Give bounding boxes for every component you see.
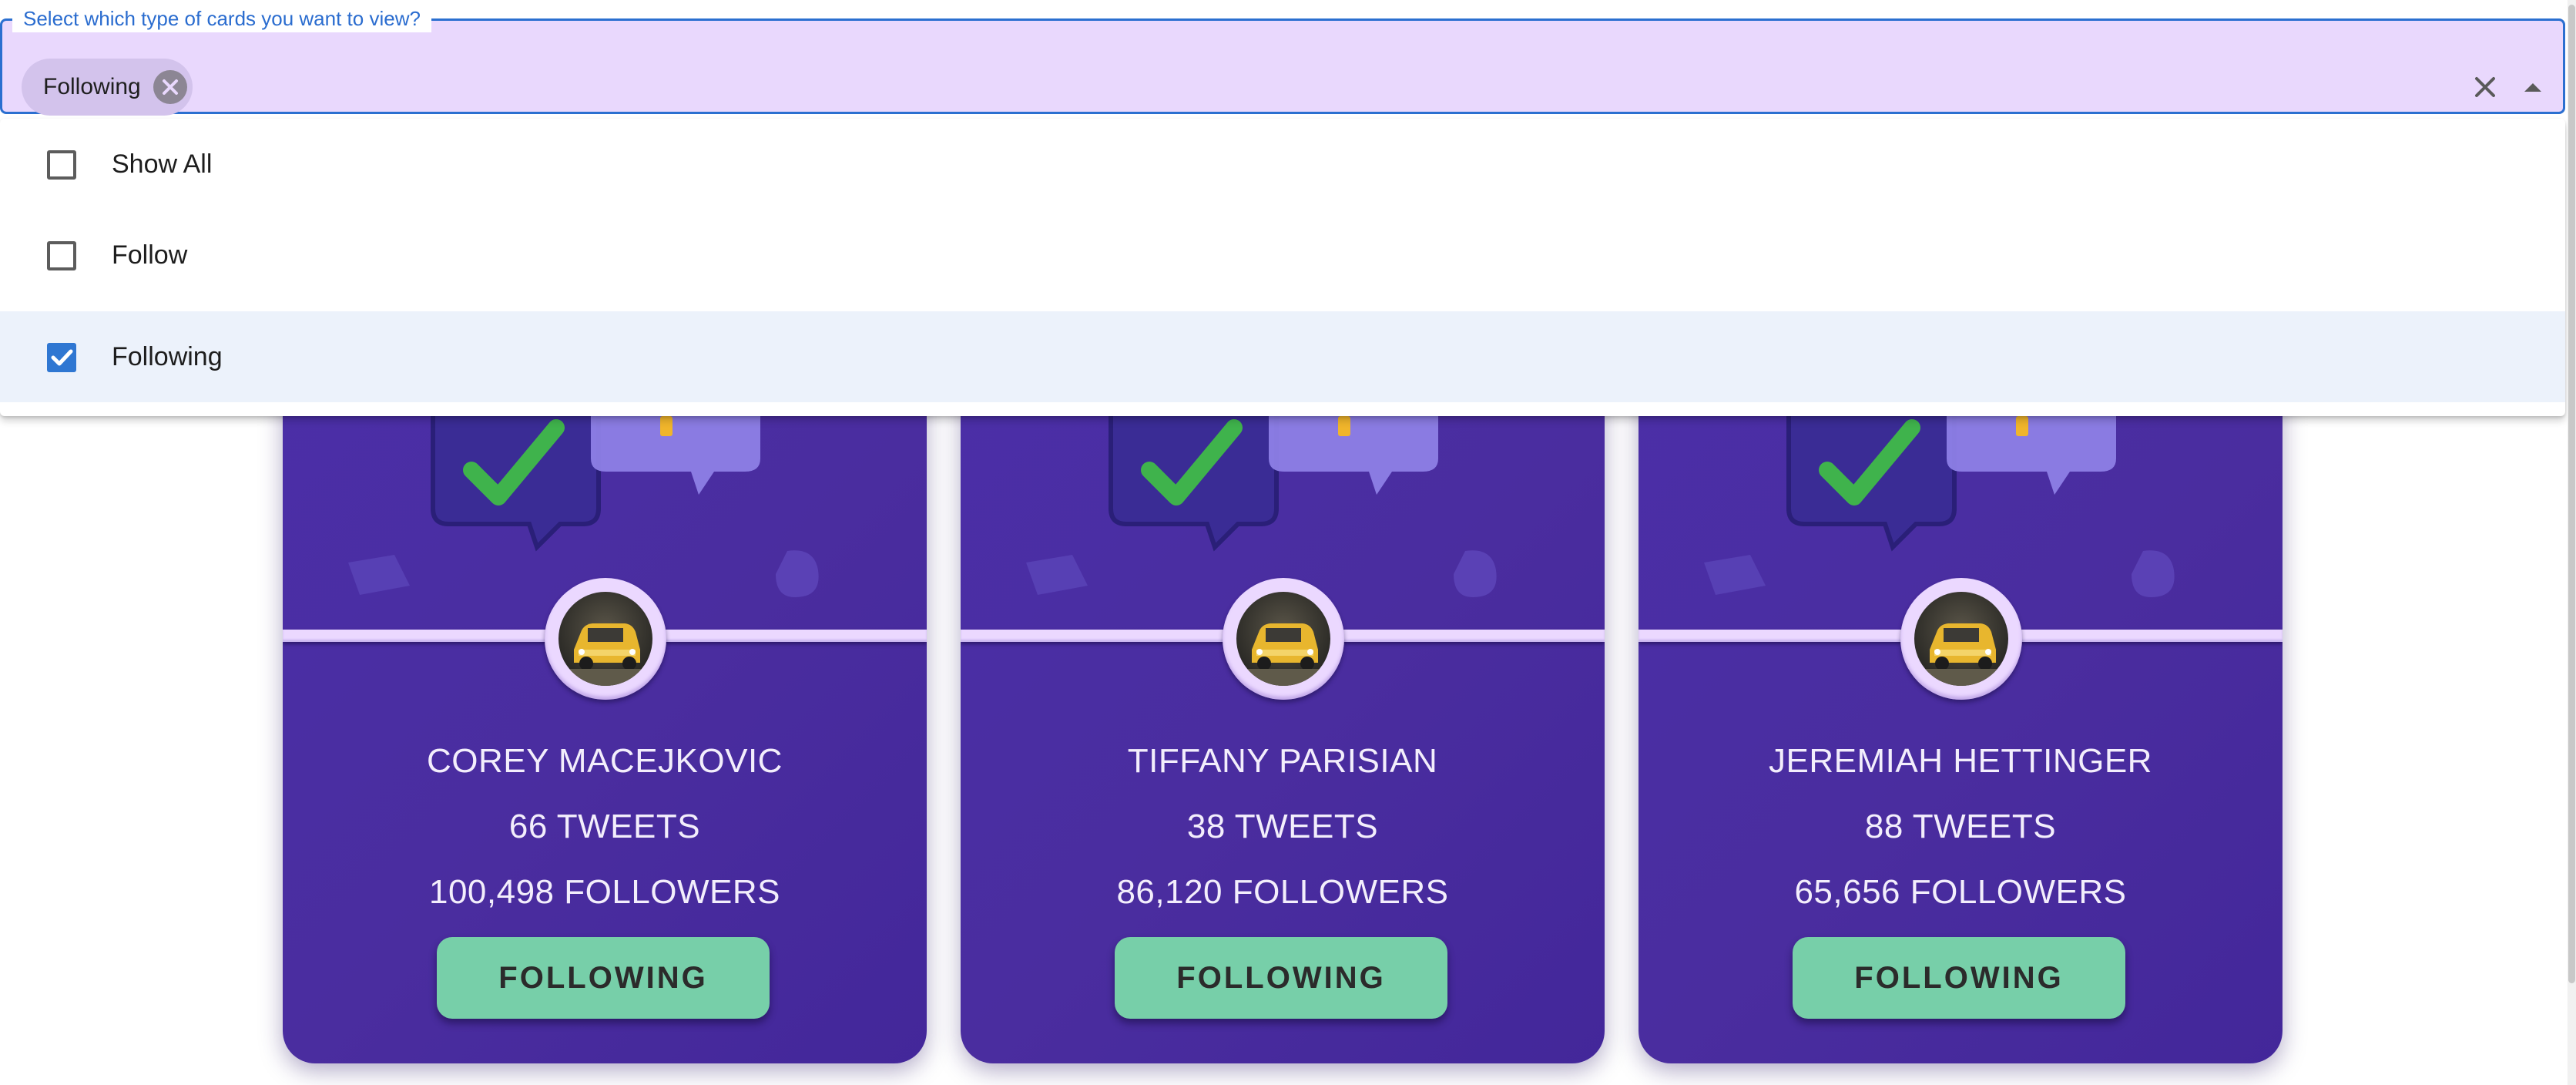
checkbox-empty-icon[interactable] [47, 150, 76, 180]
checkbox-empty-icon[interactable] [47, 241, 76, 270]
following-button[interactable]: FOLLOWING [437, 937, 770, 1019]
dropdown-menu: Show All Follow Following [0, 119, 2565, 416]
option-show-all[interactable]: Show All [0, 119, 2565, 210]
card-followers: 65,656 FOLLOWERS [1794, 873, 2127, 911]
avatar-photo [558, 592, 652, 686]
car-photo [558, 623, 652, 686]
select-label: Select which type of cards you want to v… [12, 5, 431, 32]
page-scrollbar[interactable] [2568, 0, 2576, 1085]
card-followers: 86,120 FOLLOWERS [1116, 873, 1449, 911]
option-label: Following [112, 342, 223, 371]
close-icon[interactable] [2471, 73, 2499, 101]
option-label: Show All [112, 149, 213, 179]
card-tweets: 66 TWEETS [508, 808, 701, 845]
card-type-select[interactable]: Following [0, 18, 2565, 116]
option-follow[interactable]: Follow [0, 210, 2565, 301]
avatar [545, 578, 666, 700]
selected-chip[interactable]: Following [22, 59, 193, 116]
card-name: JEREMIAH HETTINGER [1769, 742, 2152, 780]
card-tweets: 38 TWEETS [1186, 808, 1379, 845]
cancel-circle-icon[interactable] [153, 70, 187, 104]
following-button[interactable]: FOLLOWING [1793, 937, 2125, 1019]
following-button[interactable]: FOLLOWING [1115, 937, 1447, 1019]
car-photo [1236, 623, 1330, 686]
card-name: TIFFANY PARISIAN [1127, 742, 1438, 780]
card-tweets: 88 TWEETS [1864, 808, 2057, 845]
chip-label: Following [43, 74, 141, 99]
avatar-photo [1236, 592, 1330, 686]
avatar-photo [1914, 592, 2008, 686]
scrollbar-thumb[interactable] [2568, 5, 2575, 983]
card-name: COREY MACEJKOVIC [427, 742, 783, 780]
arrow-drop-up-icon[interactable] [2521, 79, 2544, 95]
option-label: Follow [112, 240, 188, 270]
checkbox-checked-icon[interactable] [47, 343, 76, 372]
avatar [1900, 578, 2022, 700]
card-followers: 100,498 FOLLOWERS [428, 873, 781, 911]
avatar [1223, 578, 1344, 700]
car-photo [1914, 623, 2008, 686]
option-following[interactable]: Following [0, 311, 2565, 402]
